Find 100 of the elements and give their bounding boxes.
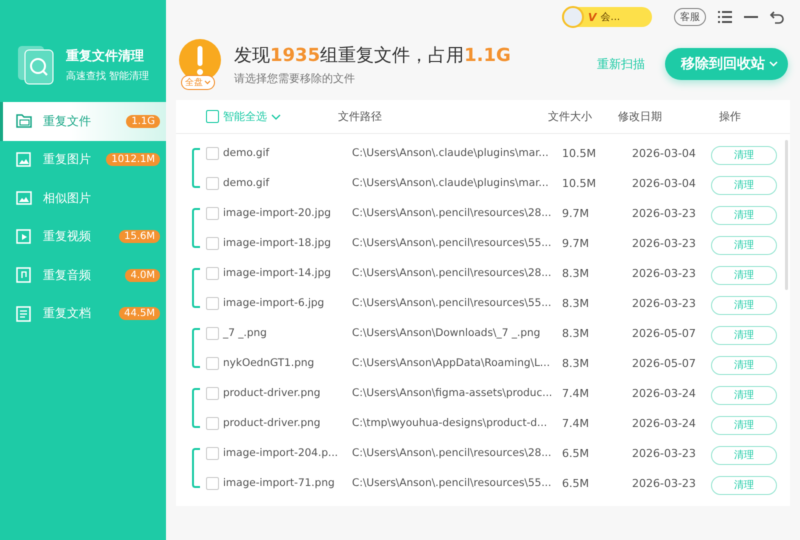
size-badge: 1012.1M	[106, 153, 160, 166]
rescan-link[interactable]: 重新扫描	[597, 56, 645, 72]
sidebar-item[interactable]: 重复文档 44.5M	[0, 294, 166, 333]
checkbox[interactable]	[206, 176, 219, 190]
clean-button[interactable]: 清理	[711, 386, 777, 404]
scrollbar[interactable]	[785, 140, 788, 290]
sidebar-label: 重复视频	[43, 228, 92, 246]
clean-button[interactable]: 清理	[711, 356, 777, 374]
modified-date: 2026-03-23	[632, 236, 696, 250]
vip-mark: V	[588, 10, 597, 24]
modified-date: 2026-03-23	[632, 206, 696, 220]
file-size: 7.4M	[562, 386, 589, 400]
checkbox[interactable]	[206, 206, 219, 220]
file-size: 8.3M	[562, 266, 589, 280]
sidebar-item[interactable]: 重复图片 1012.1M	[0, 140, 166, 179]
file-name: image-import-20.jpg	[223, 207, 331, 219]
remove-to-recycle-button[interactable]: 移除到回收站	[665, 48, 788, 80]
undo-arrow-icon[interactable]	[770, 10, 784, 24]
clean-button[interactable]: 清理	[711, 206, 777, 224]
modified-date: 2026-03-24	[632, 386, 696, 400]
file-size: 6.5M	[562, 476, 589, 490]
select-all-label: 智能全选	[223, 109, 267, 124]
file-size: 9.7M	[562, 236, 589, 250]
group-bracket	[192, 328, 200, 368]
smart-select-all[interactable]: 智能全选	[206, 109, 281, 124]
checkbox[interactable]	[206, 266, 219, 280]
sidebar-label: 重复音频	[43, 266, 92, 284]
file-path: C:\Users\Anson\Downloads\_7 _.png	[352, 327, 540, 339]
checkbox[interactable]	[206, 356, 219, 370]
column-header: 修改日期	[618, 110, 662, 123]
modified-date: 2026-03-24	[632, 416, 696, 430]
clean-button[interactable]: 清理	[711, 146, 777, 164]
folder-icon	[15, 112, 33, 130]
checkbox[interactable]	[206, 446, 219, 460]
clean-button[interactable]: 清理	[711, 296, 777, 314]
sidebar-item[interactable]: 重复视频 15.6M	[0, 218, 166, 256]
file-path: C:\Users\Anson\.pencil\resources\28...	[352, 207, 552, 219]
file-size: 10.5M	[562, 176, 596, 190]
menu-icon[interactable]	[718, 11, 732, 23]
file-name: demo.gif	[223, 177, 270, 189]
file-path: C:\Users\Anson\.pencil\resources\28...	[352, 447, 552, 459]
file-path: C:\Users\Anson\.pencil\resources\55...	[352, 297, 552, 309]
checkbox[interactable]	[206, 386, 219, 400]
file-path: C:\Users\Anson\figma-assets\produc...	[352, 387, 552, 399]
chevron-down-icon	[271, 114, 281, 120]
sidebar-item[interactable]: 重复音频 4.0M	[0, 256, 166, 294]
file-size: 6.5M	[562, 446, 589, 460]
checkbox[interactable]	[206, 326, 219, 340]
column-header: 文件路径	[338, 110, 382, 123]
modified-date: 2026-05-07	[632, 356, 696, 370]
file-path: C:\Users\Anson\.claude\plugins\mar...	[352, 147, 549, 159]
clean-button[interactable]: 清理	[711, 176, 777, 194]
checkbox[interactable]	[206, 110, 219, 123]
app-title: 重复文件清理	[66, 48, 145, 65]
sidebar-item[interactable]: 相似图片	[0, 179, 166, 218]
result-hint: 请选择您需要移除的文件	[234, 70, 356, 86]
file-size: 9.7M	[562, 206, 589, 220]
service-button[interactable]: 客服	[674, 8, 706, 26]
clean-button[interactable]: 清理	[711, 446, 777, 464]
modified-date: 2026-03-23	[632, 476, 696, 490]
file-name: product-driver.png	[223, 417, 320, 429]
checkbox[interactable]	[206, 296, 219, 310]
size-badge: 4.0M	[125, 268, 160, 282]
document-icon	[15, 304, 33, 323]
sidebar-label: 相似图片	[43, 190, 92, 207]
group-bracket	[192, 268, 200, 308]
checkbox[interactable]	[206, 476, 219, 490]
chevron-down-icon	[769, 61, 778, 67]
size-badge: 15.6M	[119, 230, 160, 244]
group-bracket	[192, 448, 200, 488]
checkbox[interactable]	[206, 416, 219, 430]
file-name: _7 _.png	[223, 327, 267, 339]
modified-date: 2026-05-07	[632, 326, 696, 340]
file-name: demo.gif	[223, 147, 270, 159]
file-name: image-import-14.jpg	[223, 267, 331, 279]
app-subtitle: 高速查找 智能清理	[66, 70, 150, 83]
sidebar-label: 重复文件	[43, 112, 92, 130]
modified-date: 2026-03-23	[632, 446, 696, 460]
clean-button[interactable]: 清理	[711, 326, 777, 344]
file-size: 10.5M	[562, 146, 596, 160]
file-name: image-import-6.jpg	[223, 297, 324, 309]
clean-button[interactable]: 清理	[711, 416, 777, 434]
sidebar-item[interactable]: 重复文件 1.1G	[0, 102, 166, 140]
file-name: image-import-204.p...	[223, 447, 338, 459]
checkbox[interactable]	[206, 146, 219, 160]
file-name: image-import-18.jpg	[223, 237, 331, 249]
scope-dropdown[interactable]: 全盘	[181, 75, 215, 90]
column-header: 文件大小	[548, 110, 592, 123]
file-path: C:\Users\Anson\.pencil\resources\55...	[352, 477, 552, 489]
modified-date: 2026-03-23	[632, 296, 696, 310]
clean-button[interactable]: 清理	[711, 236, 777, 254]
file-path: C:\Users\Anson\AppData\Roaming\L...	[352, 357, 550, 369]
clean-button[interactable]: 清理	[711, 476, 777, 494]
checkbox[interactable]	[206, 236, 219, 250]
file-size: 8.3M	[562, 326, 589, 340]
modified-date: 2026-03-23	[632, 266, 696, 280]
modified-date: 2026-03-04	[632, 146, 696, 160]
modified-date: 2026-03-04	[632, 176, 696, 190]
vip-badge[interactable]: V 会...	[562, 7, 652, 27]
clean-button[interactable]: 清理	[711, 266, 777, 284]
